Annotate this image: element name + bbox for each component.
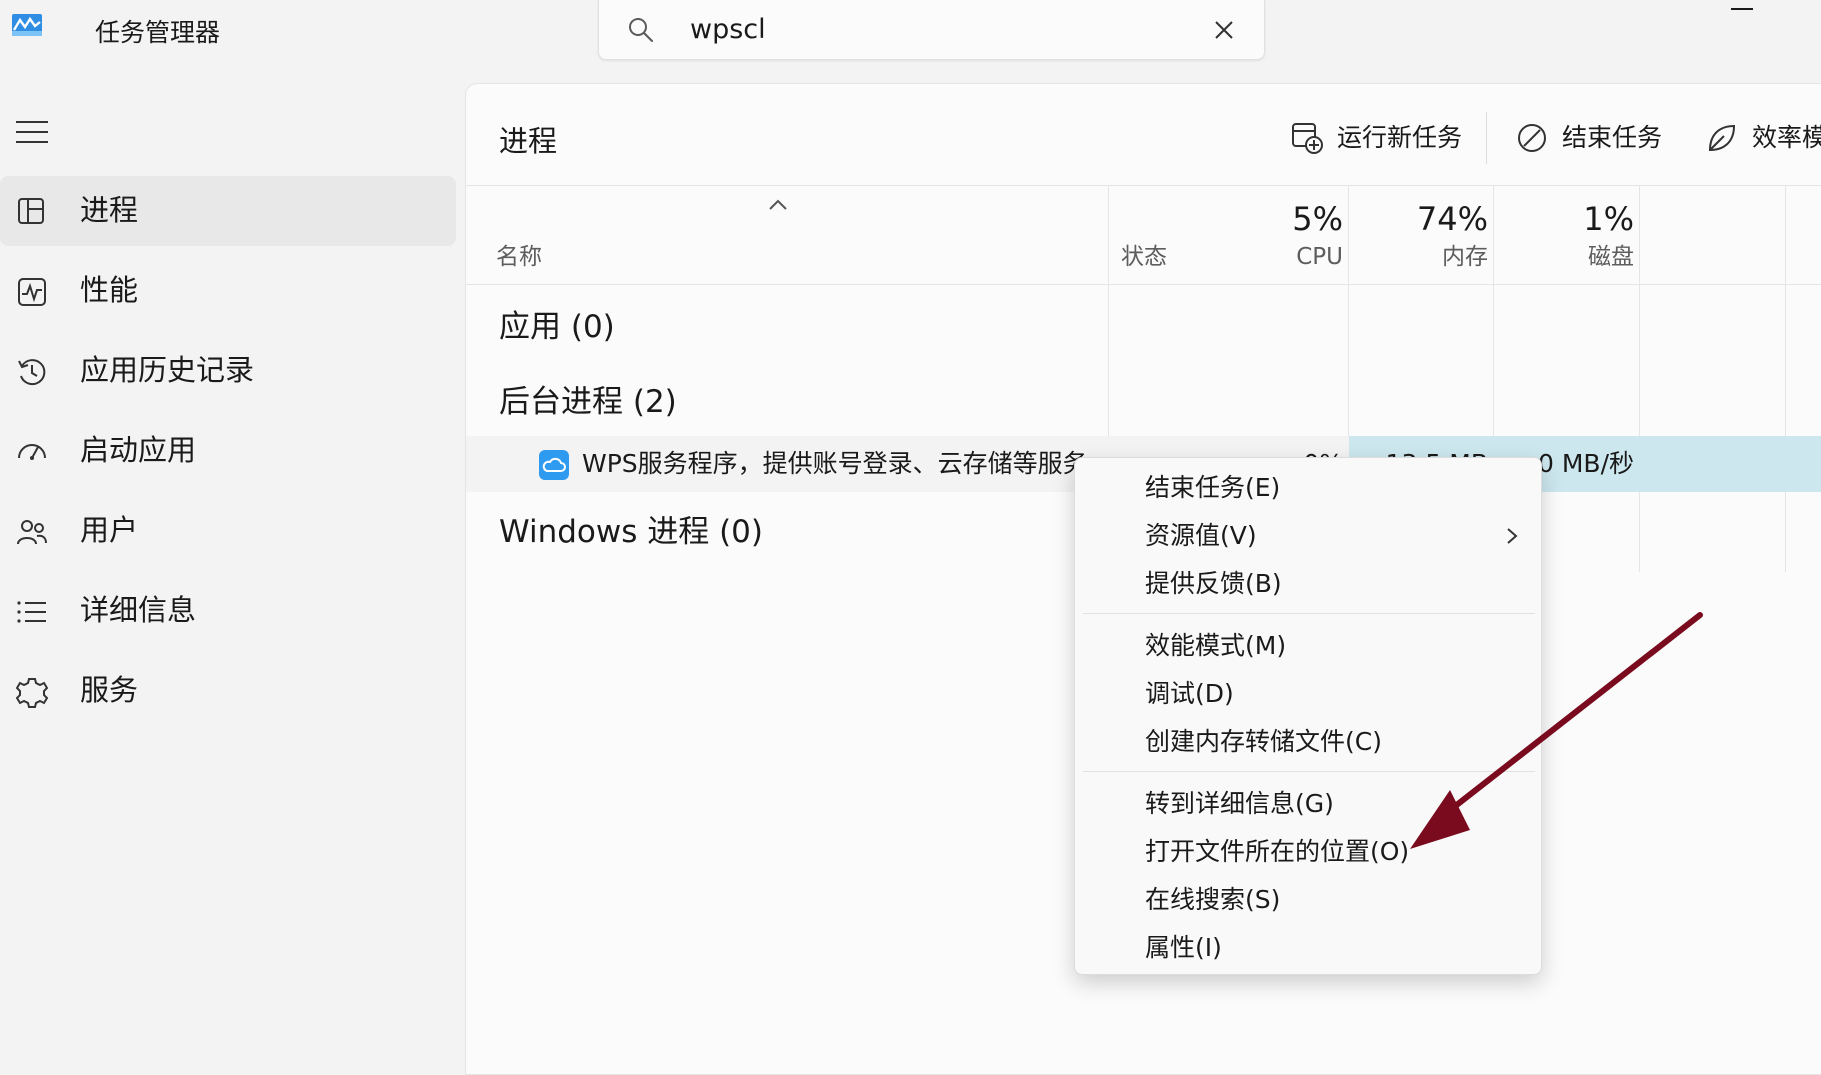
task-manager-logo-icon <box>12 14 42 36</box>
header-divider <box>466 185 1821 186</box>
users-icon <box>17 520 47 545</box>
menu-item-go-to-details[interactable]: 转到详细信息(G) <box>1145 786 1334 822</box>
column-header-disk-percent[interactable]: 1% <box>1504 197 1634 241</box>
menu-item-end-task[interactable]: 结束任务(E) <box>1145 470 1280 506</box>
app-history-icon <box>18 359 46 386</box>
menu-divider <box>1083 613 1535 614</box>
close-icon[interactable] <box>1212 18 1236 42</box>
run-new-task-icon <box>1292 123 1323 154</box>
header-divider <box>466 284 1821 285</box>
sidebar-item-label: 用户 <box>80 513 139 547</box>
minimize-button[interactable] <box>1731 8 1753 10</box>
hamburger-menu-icon[interactable] <box>16 120 48 144</box>
chevron-right-icon <box>1507 528 1518 544</box>
end-task-icon <box>1518 124 1546 152</box>
sidebar-item-label: 性能 <box>80 273 139 307</box>
context-menu: 结束任务(E) 资源值(V) 提供反馈(B) 效能模式(M) 调试(D) 创建内… <box>1074 457 1542 975</box>
search-box[interactable]: wpscl <box>598 0 1265 60</box>
services-icon <box>16 678 48 708</box>
sidebar-item-label: 启动应用 <box>80 433 197 467</box>
leaf-icon <box>1708 124 1736 152</box>
page-title: 进程 <box>499 124 558 158</box>
run-new-task-label: 运行新任务 <box>1337 123 1463 152</box>
process-name: WPS服务程序，提供账号登录、云存储等服务 <box>582 449 1088 478</box>
menu-item-open-file-location[interactable]: 打开文件所在的位置(O) <box>1145 834 1409 870</box>
sidebar-item-startup-apps[interactable]: 启动应用 <box>0 416 456 486</box>
menu-divider <box>1083 771 1535 772</box>
column-header-cpu-percent[interactable]: 5% <box>1213 197 1343 241</box>
sidebar-item-label: 详细信息 <box>80 593 197 627</box>
group-header-windows: Windows 进程 (0) <box>499 514 763 550</box>
sidebar-item-performance[interactable]: 性能 <box>0 256 456 326</box>
menu-item-debug[interactable]: 调试(D) <box>1145 676 1234 712</box>
sidebar-item-services[interactable]: 服务 <box>0 656 456 726</box>
menu-item-properties[interactable]: 属性(I) <box>1145 930 1222 966</box>
processes-icon <box>18 198 44 224</box>
column-header-cpu[interactable]: CPU <box>1213 241 1343 273</box>
performance-icon <box>18 278 46 306</box>
sidebar-item-label: 进程 <box>80 193 139 227</box>
column-header-name[interactable]: 名称 <box>496 241 542 273</box>
toolbar-divider <box>1486 112 1487 164</box>
search-icon <box>629 18 653 42</box>
wps-cloud-icon <box>539 450 569 480</box>
column-header-status[interactable]: 状态 <box>1121 241 1167 273</box>
app-title: 任务管理器 <box>95 18 221 47</box>
group-header-apps: 应用 (0) <box>499 309 615 345</box>
sidebar-item-users[interactable]: 用户 <box>0 496 456 566</box>
run-new-task-button[interactable]: 运行新任务 <box>1291 112 1471 164</box>
column-header-memory[interactable]: 内存 <box>1358 241 1488 273</box>
column-divider <box>1108 185 1109 437</box>
sidebar-item-processes[interactable]: 进程 <box>0 176 456 246</box>
sidebar-item-label: 服务 <box>80 673 139 707</box>
column-header-memory-percent[interactable]: 74% <box>1358 197 1488 241</box>
sort-ascending-icon[interactable] <box>766 197 790 211</box>
menu-item-resource-values[interactable]: 资源值(V) <box>1145 518 1257 554</box>
sidebar-item-label: 应用历史记录 <box>80 353 255 387</box>
menu-item-search-online[interactable]: 在线搜索(S) <box>1145 882 1280 918</box>
menu-item-efficiency-mode[interactable]: 效能模式(M) <box>1145 628 1286 664</box>
efficiency-mode-label: 效率模 <box>1752 123 1821 152</box>
column-header-disk[interactable]: 磁盘 <box>1504 241 1634 273</box>
startup-apps-icon <box>18 444 46 460</box>
search-input[interactable]: wpscl <box>690 12 766 48</box>
efficiency-mode-button[interactable]: 效率模 <box>1706 112 1821 164</box>
details-icon <box>17 601 46 623</box>
column-divider <box>1785 185 1786 572</box>
sidebar-item-app-history[interactable]: 应用历史记录 <box>0 336 456 406</box>
menu-item-feedback[interactable]: 提供反馈(B) <box>1145 566 1282 602</box>
end-task-label: 结束任务 <box>1562 123 1663 152</box>
group-header-background: 后台进程 (2) <box>499 384 677 420</box>
menu-item-create-dump[interactable]: 创建内存转储文件(C) <box>1145 724 1382 760</box>
end-task-button[interactable]: 结束任务 <box>1516 112 1666 164</box>
sidebar-item-details[interactable]: 详细信息 <box>0 576 456 646</box>
column-divider <box>1639 185 1640 572</box>
